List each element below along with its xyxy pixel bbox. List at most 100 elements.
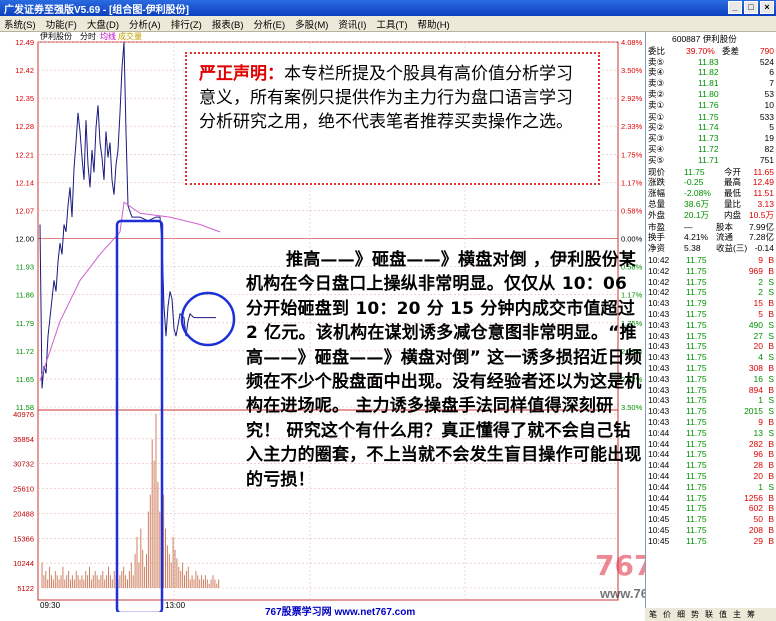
tick-volume: 50	[753, 514, 763, 525]
tick-time: 10:44	[648, 471, 670, 481]
tick-volume: 2	[758, 287, 763, 298]
tick-row: 10:42 11.75 2 S	[646, 277, 776, 288]
sell-volume: 10	[764, 99, 774, 110]
minimize-button[interactable]: _	[728, 1, 742, 14]
tick-row: 10:43 11.75 20 B	[646, 341, 776, 352]
tick-side: B	[768, 460, 774, 471]
tick-price: 11.75	[686, 352, 707, 363]
menu-market[interactable]: 大盘(D)	[87, 17, 119, 31]
panel-tab[interactable]: 细	[677, 609, 685, 620]
tick-side: B	[768, 514, 774, 525]
menu-info[interactable]: 资讯(I)	[338, 17, 366, 31]
panel-tab[interactable]: 值	[719, 609, 727, 620]
stat2-row: 市盈 — 股本 7.99亿	[646, 222, 776, 233]
stat-value: 3.13	[757, 199, 774, 209]
tick-row: 10:44 11.75 28 B	[646, 460, 776, 471]
tick-volume: 20	[753, 341, 763, 352]
tick-volume: 29	[753, 535, 763, 546]
sell-volume: 524	[759, 56, 774, 67]
stat-value: 7.28亿	[748, 232, 774, 243]
menu-multi[interactable]: 多股(M)	[295, 17, 328, 31]
price-tick-label: 11.65	[16, 375, 34, 384]
buy-volume: 5	[769, 122, 774, 133]
tick-row: 10:43 11.75 4 S	[646, 352, 776, 363]
buy-row: 买③ 11.73 19	[646, 133, 776, 144]
buy-row: 买⑤ 11.71 751	[646, 155, 776, 166]
tick-time: 10:43	[648, 341, 670, 352]
tick-volume: 15	[753, 298, 763, 309]
panel-tab[interactable]: 筹	[747, 609, 755, 620]
pct-tick-label: 1.75%	[621, 150, 643, 159]
sell-level-label: 卖①	[648, 99, 665, 110]
highlight-circle	[180, 291, 236, 347]
price-tick-label: 12.49	[15, 38, 34, 47]
panel-cell: 涨跌	[648, 177, 666, 188]
stat2-row: 换手 4.21% 流通 7.28亿	[646, 232, 776, 243]
stock-code-label: 600887 伊利股份	[672, 34, 737, 44]
menu-ranking[interactable]: 排行(Z)	[171, 17, 202, 31]
tick-volume: 2015	[744, 406, 763, 417]
menu-function[interactable]: 功能(F)	[46, 17, 77, 31]
highlight-box	[115, 219, 164, 612]
weicha-value: 790	[759, 45, 774, 56]
volume-tick-label: 35854	[13, 435, 34, 444]
tick-row: 10:45 11.75 602 B	[646, 503, 776, 514]
stat2-row: 净资 5.38 收益(三) -0.14	[646, 243, 776, 254]
tick-side: B	[768, 525, 774, 535]
tick-side: S	[768, 276, 774, 287]
panel-tab[interactable]: 势	[691, 609, 699, 620]
stat-value: -2.08%	[684, 188, 711, 199]
panel-tab[interactable]: 主	[733, 609, 741, 620]
tick-volume: 1	[758, 481, 763, 492]
tick-row: 10:44 11.75 282 B	[646, 439, 776, 450]
panel-tab[interactable]: 价	[663, 609, 671, 620]
stat-row: 涨跌 -0.25 最高 12.49	[646, 177, 776, 188]
tick-price: 11.75	[686, 417, 707, 427]
stat-value: -0.25	[684, 177, 704, 188]
tick-side: B	[768, 438, 774, 449]
disclaimer-heading: 严正声明：	[199, 64, 284, 84]
menu-system[interactable]: 系统(S)	[4, 17, 36, 31]
buy-price: 11.72	[698, 144, 719, 154]
buy-volume: 533	[759, 111, 774, 122]
tick-row: 10:43 11.75 5 B	[646, 309, 776, 320]
pct-tick-label: 3.50%	[621, 66, 643, 75]
tick-row: 10:42 11.75 969 B	[646, 266, 776, 277]
tick-volume: 1	[758, 395, 763, 406]
tick-time: 10:44	[648, 449, 670, 460]
buy-volume: 751	[759, 154, 774, 165]
tick-volume: 2	[758, 276, 763, 287]
panel-cell: 量比	[724, 199, 742, 209]
tick-volume: 602	[748, 503, 763, 514]
menu-help[interactable]: 帮助(H)	[418, 17, 450, 31]
menu-analysis2[interactable]: 分析(E)	[254, 17, 286, 31]
menu-analysis[interactable]: 分析(A)	[129, 17, 161, 31]
panel-tab[interactable]: 联	[705, 609, 713, 620]
buy-price: 11.75	[698, 111, 719, 122]
buy-volume: 19	[764, 133, 774, 144]
tick-side: S	[768, 319, 774, 330]
sell-row: 卖② 11.80 53	[646, 89, 776, 100]
menu-report[interactable]: 报表(B)	[212, 17, 244, 31]
tick-price: 11.75	[686, 341, 707, 352]
panel-cell: 市盈	[648, 221, 666, 232]
tick-time: 10:43	[648, 417, 670, 427]
panel-tab[interactable]: 笔	[649, 609, 657, 620]
menu-tools[interactable]: 工具(T)	[376, 17, 407, 31]
panel-cell: 最低	[724, 188, 742, 199]
tick-volume: 27	[753, 330, 763, 341]
tick-side: B	[768, 298, 774, 309]
maximize-button[interactable]: □	[744, 1, 758, 14]
buy-level-label: 买③	[648, 133, 665, 144]
tick-row: 10:45 11.75 29 B	[646, 536, 776, 547]
tick-volume: 13	[753, 427, 763, 438]
sell-volume: 6	[769, 67, 774, 78]
tick-side: B	[768, 535, 774, 546]
tick-time: 10:42	[648, 265, 670, 276]
stat-value: -0.14	[754, 243, 774, 254]
close-button[interactable]: ×	[760, 1, 774, 14]
tick-side: B	[768, 309, 774, 319]
tick-time: 10:44	[648, 492, 670, 503]
pct-tick-label: 0.58%	[621, 206, 643, 215]
tick-price: 11.75	[686, 319, 707, 330]
